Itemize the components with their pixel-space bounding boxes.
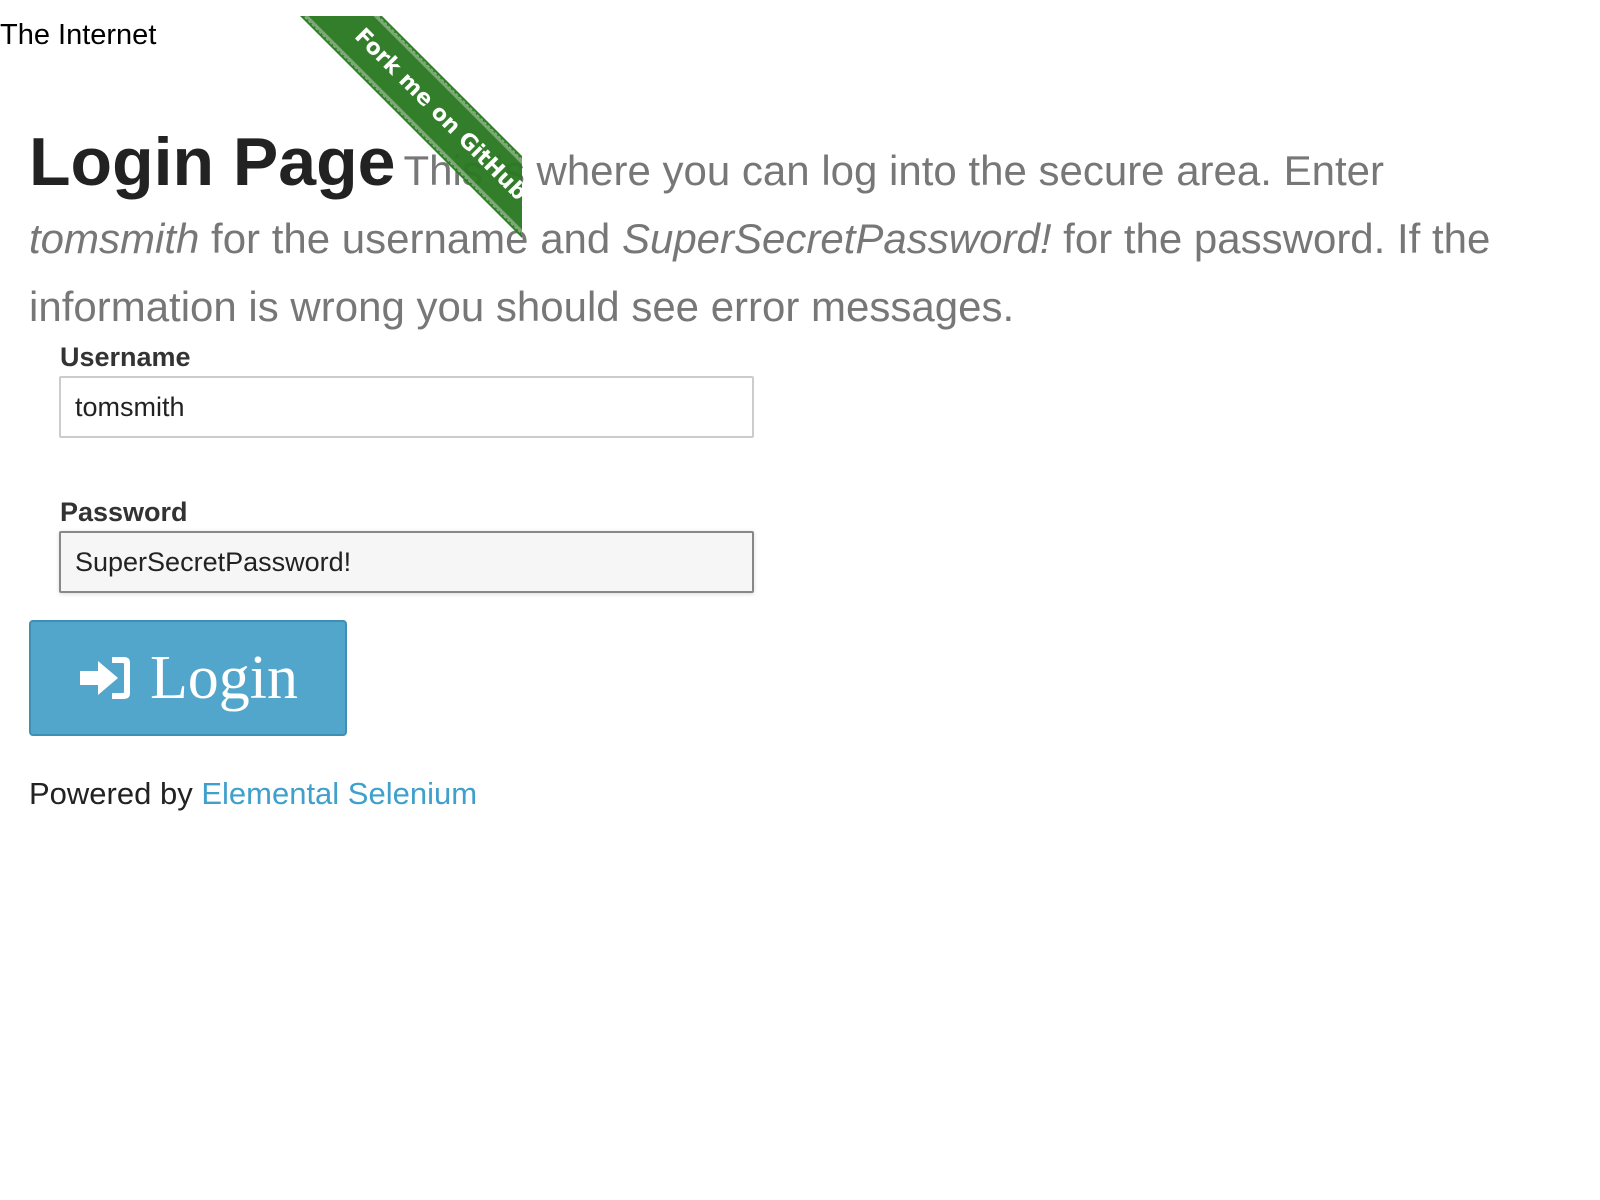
fork-on-github-ribbon[interactable]: Fork me on GitHub [272, 16, 522, 283]
password-label: Password [60, 497, 188, 527]
login-button[interactable]: Login [29, 620, 347, 736]
fork-ribbon-container: Fork me on GitHub [240, 16, 522, 286]
intro-password-hint: SuperSecretPassword! [621, 215, 1052, 262]
site-title: The Internet [0, 19, 157, 51]
footer: Powered by Elemental Selenium [29, 774, 477, 814]
sign-in-icon [78, 653, 134, 703]
intro-username-hint: tomsmith [29, 215, 200, 262]
intro-text-part1: This is where you can log into the secur… [403, 147, 1384, 194]
username-label: Username [60, 342, 191, 372]
page: The Internet Fork me on GitHub Login Pag… [0, 16, 1600, 1200]
elemental-selenium-link[interactable]: Elemental Selenium [201, 776, 477, 811]
username-input[interactable] [59, 376, 754, 438]
footer-prefix: Powered by [29, 776, 202, 811]
login-button-label: Login [149, 644, 299, 712]
password-input[interactable] [59, 531, 754, 593]
